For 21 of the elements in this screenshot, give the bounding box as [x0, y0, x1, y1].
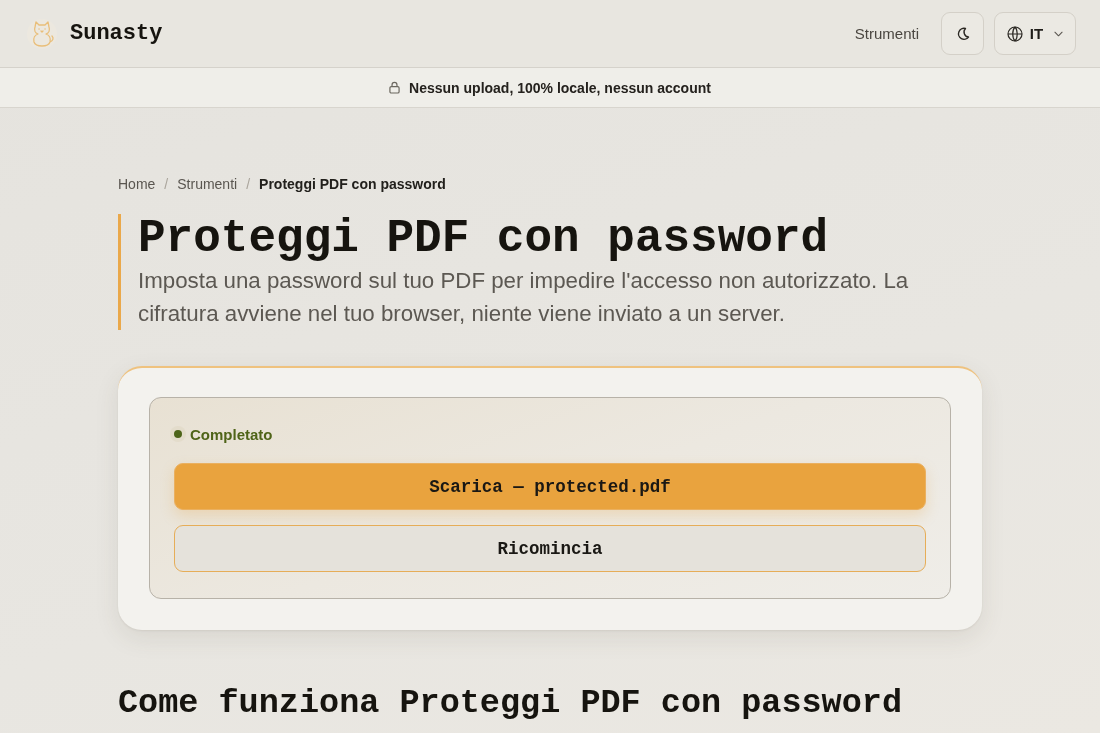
nav-link[interactable]: Strumenti [854, 25, 919, 42]
breadcrumb-link[interactable]: Strumenti [177, 174, 238, 194]
breadcrumb-separator: / [246, 175, 251, 194]
breadcrumb-separator: / [164, 175, 169, 194]
brand-name[interactable]: Sunasty [70, 21, 163, 46]
section-heading: Come funziona Proteggi PDF con password [118, 683, 904, 724]
status-dot-icon [170, 426, 186, 442]
page-description: Imposta una password sul tuo PDF per impedire l'accesso non autorizzato. La cifratura avviene nel tuo browser, niente viene inviato a un server. [138, 267, 910, 328]
notice-text: Nessun upload, 100% locale, nessun account [409, 79, 711, 96]
globe-icon [1006, 25, 1023, 42]
breadcrumb-current-page: Proteggi PDF con password [259, 175, 446, 194]
download-button[interactable]: Scarica — protected.pdf [174, 463, 926, 510]
page-title: Proteggi PDF con password [138, 214, 830, 264]
breadcrumb-link[interactable]: Home [118, 174, 156, 194]
chevron-down-icon [1054, 30, 1064, 37]
language-button[interactable]: IT [994, 12, 1076, 55]
theme-toggle-button[interactable] [941, 12, 984, 55]
lock-icon [389, 81, 401, 94]
moon-icon [955, 26, 970, 41]
status-label: Completato [190, 425, 273, 443]
restart-button[interactable]: Ricomincia [174, 525, 926, 572]
